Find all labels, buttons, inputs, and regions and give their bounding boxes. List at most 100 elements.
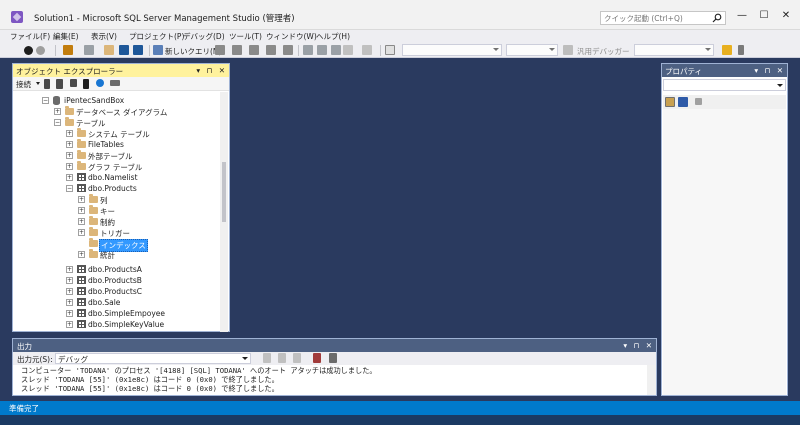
chevron-down-icon[interactable] <box>36 82 40 85</box>
expand-icon[interactable]: + <box>66 266 73 273</box>
tree-node-label[interactable]: dbo.Products <box>88 184 137 193</box>
tree-node-label[interactable]: dbo.Namelist <box>88 173 138 182</box>
search-icon[interactable] <box>712 13 722 23</box>
connect-plug-icon[interactable] <box>44 79 50 89</box>
tree-node-label[interactable]: システム テーブル <box>88 129 150 140</box>
expand-icon[interactable]: + <box>78 251 85 258</box>
menu-project[interactable]: プロジェクト(P) <box>129 31 184 42</box>
tree-node-label[interactable]: FileTables <box>88 140 124 149</box>
new-project-icon[interactable] <box>63 45 73 55</box>
alphabetical-icon[interactable] <box>678 97 688 107</box>
db-query-icon[interactable] <box>215 45 225 55</box>
pane-control-icons[interactable]: ▾ ⊓ ✕ <box>196 66 227 75</box>
toolbar-options-icon[interactable] <box>738 45 744 55</box>
expand-icon[interactable]: + <box>78 207 85 214</box>
expand-icon[interactable]: + <box>66 152 73 159</box>
menu-window[interactable]: ウィンドウ(W) <box>266 31 317 42</box>
mdx-query-icon[interactable] <box>249 45 259 55</box>
disconnect-icon[interactable] <box>56 79 63 89</box>
solution-config-icon[interactable] <box>385 45 395 55</box>
save-icon[interactable] <box>119 45 129 55</box>
tree-node-label[interactable]: dbo.ProductsB <box>88 276 142 285</box>
tree-node-label[interactable]: 統計 <box>100 250 115 261</box>
analysis-query-icon[interactable] <box>232 45 242 55</box>
connect-button[interactable]: 接続 <box>16 79 31 90</box>
redo-icon[interactable] <box>362 45 372 55</box>
tree-node-label[interactable]: dbo.SimpleEmpoyee <box>88 309 165 318</box>
vertical-scrollbar[interactable] <box>220 92 228 332</box>
tree-node-label[interactable]: 外部テーブル <box>88 151 133 162</box>
new-query-icon[interactable] <box>153 45 163 55</box>
start-debug-icon[interactable] <box>563 45 573 55</box>
collapse-icon[interactable]: − <box>54 119 61 126</box>
copy-icon[interactable] <box>317 45 327 55</box>
menu-file[interactable]: ファイル(F) <box>10 31 50 42</box>
next-message-icon[interactable] <box>293 353 301 363</box>
expand-icon[interactable]: + <box>78 196 85 203</box>
close-button[interactable]: ✕ <box>776 8 796 24</box>
forward-icon[interactable] <box>36 46 45 55</box>
menu-view[interactable]: 表示(V) <box>91 31 117 42</box>
expand-icon[interactable]: + <box>66 321 73 328</box>
tree-node-label[interactable]: dbo.SimpleKeyValue <box>88 320 164 329</box>
solution-config-dropdown[interactable] <box>402 44 502 56</box>
tree-node-label[interactable]: dbo.Sale <box>88 298 120 307</box>
clear-all-icon[interactable] <box>313 353 321 363</box>
prev-message-icon[interactable] <box>278 353 286 363</box>
activity-monitor-icon[interactable] <box>110 80 120 86</box>
menu-tools[interactable]: ツール(T) <box>229 31 262 42</box>
dmx-query-icon[interactable] <box>266 45 276 55</box>
expand-icon[interactable]: + <box>66 277 73 284</box>
platform-dropdown[interactable] <box>506 44 558 56</box>
property-pages-icon[interactable] <box>695 98 702 105</box>
scrollbar-thumb[interactable] <box>222 162 226 222</box>
collapse-icon[interactable]: − <box>66 185 73 192</box>
maximize-button[interactable]: ☐ <box>754 8 774 24</box>
open-folder-icon[interactable] <box>104 45 114 55</box>
expand-icon[interactable]: + <box>66 310 73 317</box>
tree-node-label[interactable]: グラフ テーブル <box>88 162 142 173</box>
expand-icon[interactable]: + <box>54 108 61 115</box>
tree-node-label[interactable]: トリガー <box>100 228 130 239</box>
cut-icon[interactable] <box>303 45 313 55</box>
tree-node-label[interactable]: データベース ダイアグラム <box>76 107 167 118</box>
collapse-icon[interactable]: − <box>42 97 49 104</box>
quick-launch-input[interactable] <box>604 13 709 24</box>
tree-node-label[interactable]: dbo.ProductsA <box>88 265 142 274</box>
stop-icon[interactable] <box>70 79 77 87</box>
expand-icon[interactable]: + <box>78 218 85 225</box>
tree-node-label[interactable]: 列 <box>100 195 108 206</box>
expand-icon[interactable]: + <box>66 141 73 148</box>
expand-icon[interactable]: + <box>66 174 73 181</box>
expand-icon[interactable]: + <box>66 288 73 295</box>
expand-icon[interactable]: + <box>78 229 85 236</box>
save-all-icon[interactable] <box>133 45 143 55</box>
menu-edit[interactable]: 編集(E) <box>53 31 79 42</box>
word-wrap-icon[interactable] <box>329 353 337 363</box>
output-source-dropdown[interactable]: デバッグ <box>55 353 251 364</box>
quick-launch-box[interactable] <box>600 11 726 25</box>
paste-icon[interactable] <box>331 45 341 55</box>
debug-target-dropdown[interactable] <box>634 44 714 56</box>
new-query-button[interactable]: 新しいクエリ(N) <box>165 46 221 57</box>
xmla-query-icon[interactable] <box>283 45 293 55</box>
minimize-button[interactable]: — <box>732 8 752 24</box>
properties-icon[interactable] <box>722 45 732 55</box>
filter-icon[interactable] <box>83 79 89 89</box>
pane-control-icons[interactable]: ▾ ⊓ ✕ <box>754 66 785 75</box>
expand-icon[interactable]: + <box>66 130 73 137</box>
tree-node-label[interactable]: iPentecSandBox <box>64 96 124 105</box>
find-message-icon[interactable] <box>263 353 271 363</box>
tree-node-label[interactable]: dbo.ProductsC <box>88 287 142 296</box>
menu-help[interactable]: ヘルプ(H) <box>316 31 350 42</box>
refresh-icon[interactable] <box>96 79 104 87</box>
categorized-icon[interactable] <box>665 97 675 107</box>
back-icon[interactable] <box>24 46 33 55</box>
expand-icon[interactable]: + <box>66 299 73 306</box>
menu-debug[interactable]: デバッグ(D) <box>183 31 225 42</box>
undo-icon[interactable] <box>343 45 353 55</box>
pane-control-icons[interactable]: ▾ ⊓ ✕ <box>623 341 654 350</box>
object-selector-dropdown[interactable] <box>663 79 786 91</box>
vertical-scrollbar[interactable] <box>647 365 656 395</box>
generic-debugger-button[interactable]: 汎用デバッガー <box>577 46 630 57</box>
